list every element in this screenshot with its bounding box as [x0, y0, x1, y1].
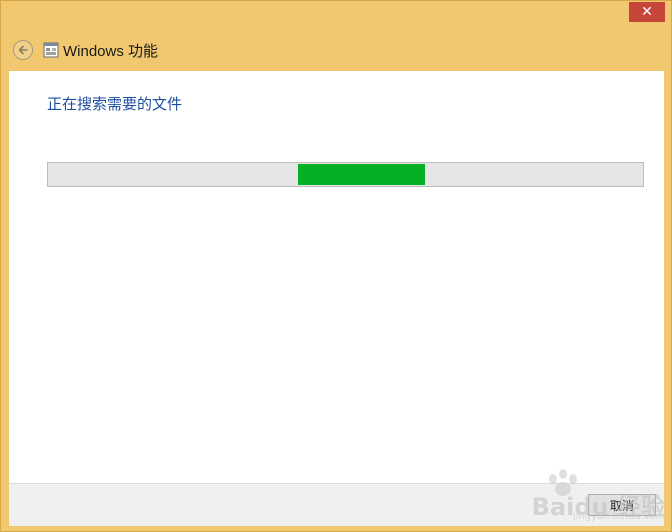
windows-features-dialog: ✕ Windows 功能 正在搜索需要的文件 取消 Baidu 经验 jingy…: [0, 0, 672, 532]
content-area: 正在搜索需要的文件: [9, 71, 664, 483]
status-text: 正在搜索需要的文件: [47, 95, 183, 113]
back-arrow-icon: [18, 45, 28, 55]
cancel-button[interactable]: 取消: [588, 494, 656, 516]
progress-indicator: [298, 164, 425, 185]
title-bar: Windows 功能: [1, 31, 671, 69]
footer-bar: 取消: [9, 483, 664, 526]
close-icon: ✕: [641, 4, 653, 20]
windows-features-icon: [43, 42, 59, 58]
window-title: Windows 功能: [63, 42, 159, 60]
back-button[interactable]: [13, 40, 33, 60]
close-button[interactable]: ✕: [629, 2, 665, 22]
progress-bar: [47, 162, 644, 187]
